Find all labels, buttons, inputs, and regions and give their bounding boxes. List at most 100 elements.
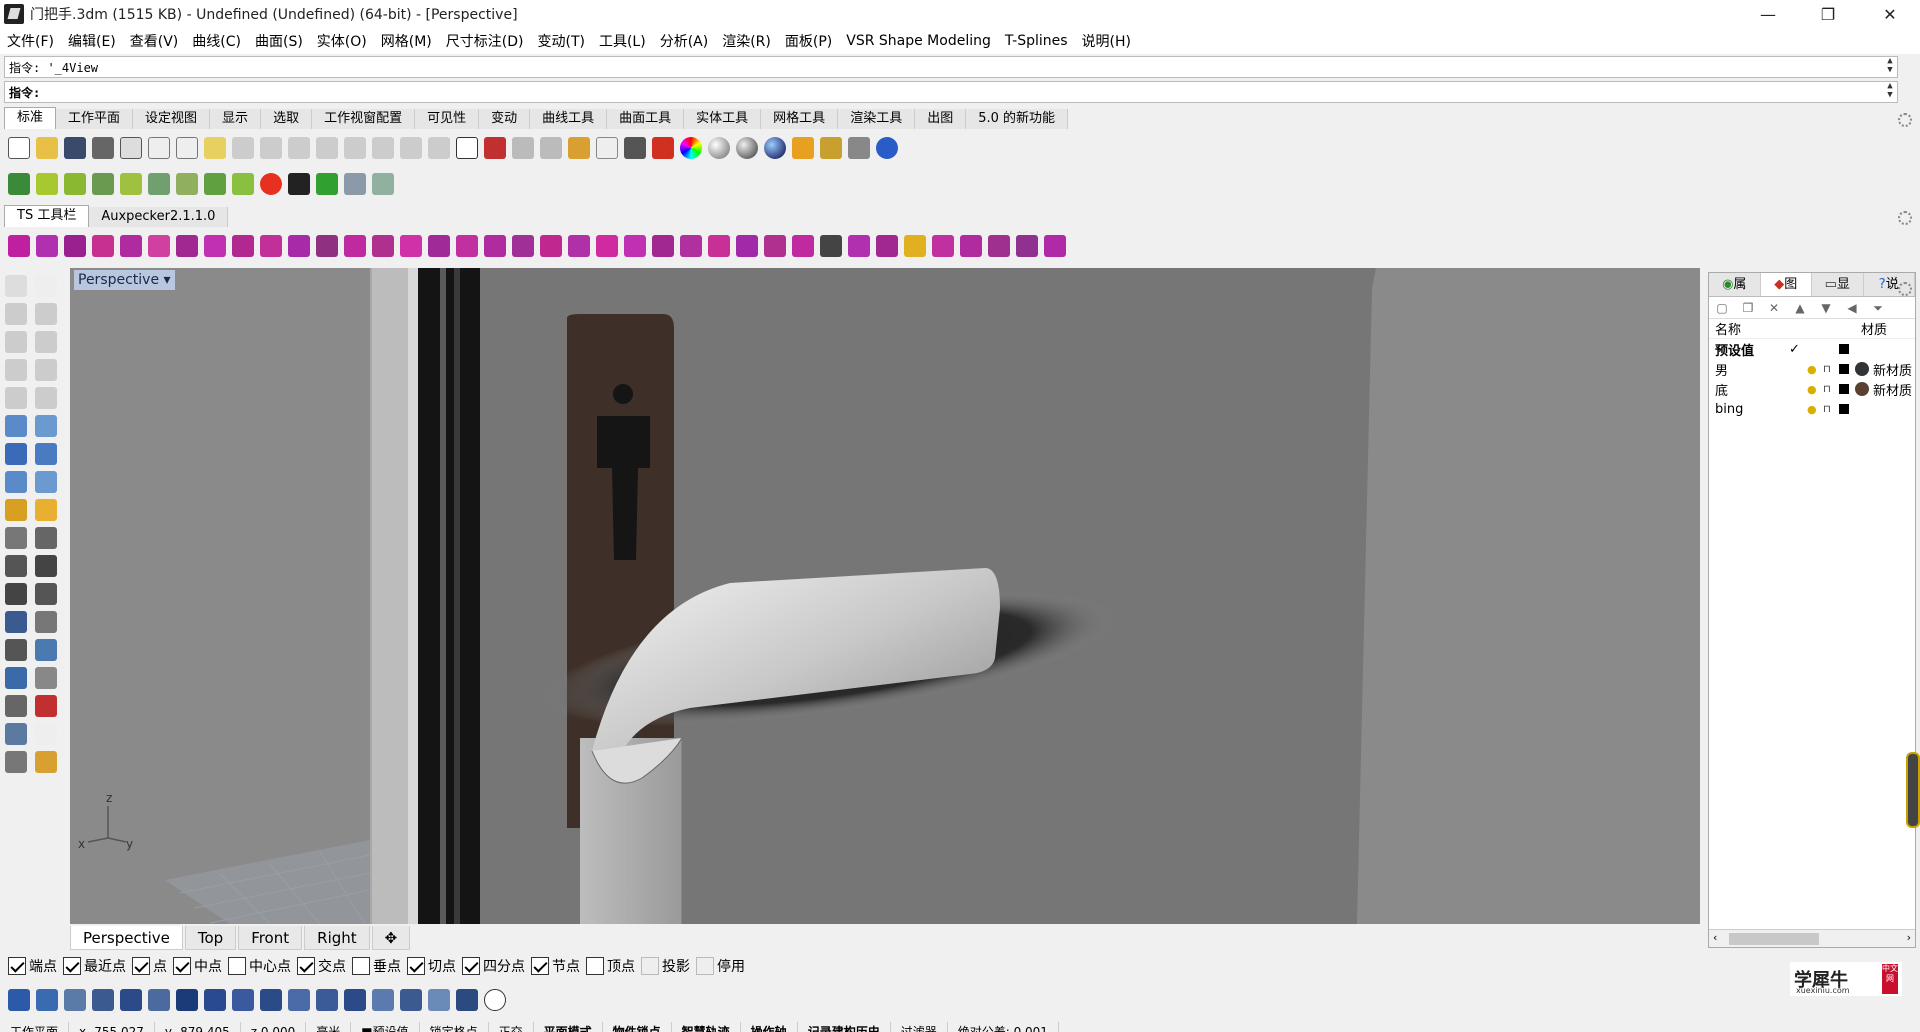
arc-icon[interactable] xyxy=(5,387,27,409)
eye-icon[interactable] xyxy=(484,989,506,1011)
explode-icon[interactable] xyxy=(5,499,27,521)
light-tool-icon[interactable] xyxy=(35,751,57,773)
status-filter[interactable]: 过滤器 xyxy=(891,1022,948,1032)
tab-set-view[interactable]: 设定视图 xyxy=(133,109,211,129)
toolbar-options-gear-icon[interactable] xyxy=(1898,113,1912,127)
zoom-icon[interactable] xyxy=(316,137,338,159)
ts-insert-point-icon[interactable] xyxy=(400,235,422,257)
rotate-view-icon[interactable] xyxy=(288,137,310,159)
menu-panels[interactable]: 面板(P) xyxy=(778,31,839,51)
rhino-app-icon[interactable] xyxy=(4,4,24,24)
ts-thicken-icon[interactable] xyxy=(736,235,758,257)
vtab-perspective[interactable]: Perspective xyxy=(70,926,183,950)
osnap-checkbox[interactable] xyxy=(462,957,480,975)
osnap-checkbox[interactable] xyxy=(63,957,81,975)
print-icon[interactable] xyxy=(92,137,114,159)
osnap-quad[interactable]: 四分点 xyxy=(462,956,525,976)
ts-grid-icon[interactable] xyxy=(204,235,226,257)
sweep-icon[interactable] xyxy=(232,989,254,1011)
options-gear-icon[interactable] xyxy=(820,137,842,159)
split-icon[interactable] xyxy=(35,527,57,549)
group-icon[interactable] xyxy=(5,555,27,577)
tab-auxpecker[interactable]: Auxpecker2.1.1.0 xyxy=(89,207,229,227)
ts-mirror-icon[interactable] xyxy=(680,235,702,257)
osnap-checkbox[interactable] xyxy=(641,957,659,975)
tab-render-tools[interactable]: 渲染工具 xyxy=(838,109,916,129)
fillet-curve-icon[interactable] xyxy=(35,387,57,409)
ts-arch-icon[interactable] xyxy=(316,235,338,257)
menu-help[interactable]: 说明(H) xyxy=(1075,31,1138,51)
analyze-icon[interactable] xyxy=(792,137,814,159)
render-preview-icon[interactable] xyxy=(736,137,758,159)
layer-row[interactable]: bing ● ⊓ xyxy=(1709,399,1915,419)
osnap-mid[interactable]: 中点 xyxy=(173,956,222,976)
move-icon[interactable] xyxy=(35,611,57,633)
perspective-viewport[interactable]: z x y Perspective ▾ xyxy=(70,268,1700,924)
blend-curve-icon[interactable] xyxy=(176,989,198,1011)
paste-icon[interactable] xyxy=(204,137,226,159)
ts-manipulator-icon[interactable] xyxy=(148,235,170,257)
osnap-checkbox[interactable] xyxy=(407,957,425,975)
ts-repair-icon[interactable] xyxy=(1016,235,1038,257)
check-icon[interactable] xyxy=(35,723,57,745)
point-icon[interactable] xyxy=(35,275,57,297)
surface-corner-icon[interactable] xyxy=(5,415,27,437)
fillet-edge-icon[interactable] xyxy=(5,583,27,605)
ellipse-icon[interactable] xyxy=(35,331,57,353)
minimize-button[interactable]: — xyxy=(1740,0,1796,28)
ts-delete-icon[interactable] xyxy=(568,235,590,257)
ts-insert-edge-icon[interactable] xyxy=(372,235,394,257)
ts-symmetry-icon[interactable] xyxy=(708,235,730,257)
text-icon[interactable] xyxy=(5,611,27,633)
zoom-extents-icon[interactable] xyxy=(372,137,394,159)
ts-cylinder-icon[interactable] xyxy=(36,235,58,257)
status-ortho[interactable]: 正交 xyxy=(489,1022,534,1032)
scroll-left-icon[interactable]: ‹ xyxy=(1713,931,1717,944)
pull-icon[interactable] xyxy=(120,989,142,1011)
map-icon[interactable] xyxy=(8,173,30,195)
ts-crease-icon[interactable] xyxy=(624,235,646,257)
lock-icon[interactable] xyxy=(624,137,646,159)
viewport-menu-chevron-down-icon[interactable]: ▾ xyxy=(164,272,171,288)
mesh-icon[interactable] xyxy=(5,471,27,493)
tab-visibility[interactable]: 可见性 xyxy=(415,109,480,129)
tab-solid-tools[interactable]: 实体工具 xyxy=(684,109,762,129)
zoom-window-icon[interactable] xyxy=(344,137,366,159)
col-name[interactable]: 名称 xyxy=(1715,319,1861,338)
rectangle-icon[interactable] xyxy=(35,359,57,381)
status-gumball[interactable]: 操作轴 xyxy=(741,1022,798,1032)
menu-analyze[interactable]: 分析(A) xyxy=(653,31,716,51)
ts-display-icon[interactable] xyxy=(960,235,982,257)
ts-convert-icon[interactable] xyxy=(792,235,814,257)
osnap-near[interactable]: 最近点 xyxy=(63,956,126,976)
tab-cplanes[interactable]: 工作平面 xyxy=(56,109,134,129)
layer-color-swatch[interactable] xyxy=(1839,364,1849,374)
set-view-icon[interactable] xyxy=(512,137,534,159)
properties-icon[interactable] xyxy=(652,137,674,159)
menu-render[interactable]: 渲染(R) xyxy=(715,31,778,51)
menu-file[interactable]: 文件(F) xyxy=(0,31,61,51)
menu-view[interactable]: 查看(V) xyxy=(123,31,186,51)
ungroup-icon[interactable] xyxy=(35,555,57,577)
zoom-selected-icon[interactable] xyxy=(400,137,422,159)
command-input[interactable]: 指令: ▲ ▼ xyxy=(4,81,1898,103)
ts-gear-icon[interactable] xyxy=(1044,235,1066,257)
layer-material-sphere[interactable] xyxy=(1855,382,1869,396)
new-layer-icon[interactable]: ▢ xyxy=(1715,301,1729,315)
ts-select-icon[interactable] xyxy=(176,235,198,257)
layer-row[interactable]: 底 ● ⊓ 新材质 xyxy=(1709,379,1915,399)
osnap-end[interactable]: 端点 xyxy=(8,956,57,976)
scale-icon[interactable] xyxy=(36,989,58,1011)
undo-icon[interactable] xyxy=(232,137,254,159)
duplicate-edge-icon[interactable] xyxy=(148,989,170,1011)
extrude-curve-icon[interactable] xyxy=(35,415,57,437)
splop-icon[interactable] xyxy=(344,173,366,195)
command-scroll[interactable]: ▲ ▼ xyxy=(1883,82,1897,102)
twist-icon[interactable] xyxy=(148,173,170,195)
osnap-vertex[interactable]: 顶点 xyxy=(586,956,635,976)
open-file-icon[interactable] xyxy=(36,137,58,159)
tab-drafting[interactable]: 出图 xyxy=(915,109,967,129)
polygon-icon[interactable] xyxy=(5,359,27,381)
tab-select[interactable]: 选取 xyxy=(261,109,313,129)
menu-mesh[interactable]: 网格(M) xyxy=(374,31,439,51)
